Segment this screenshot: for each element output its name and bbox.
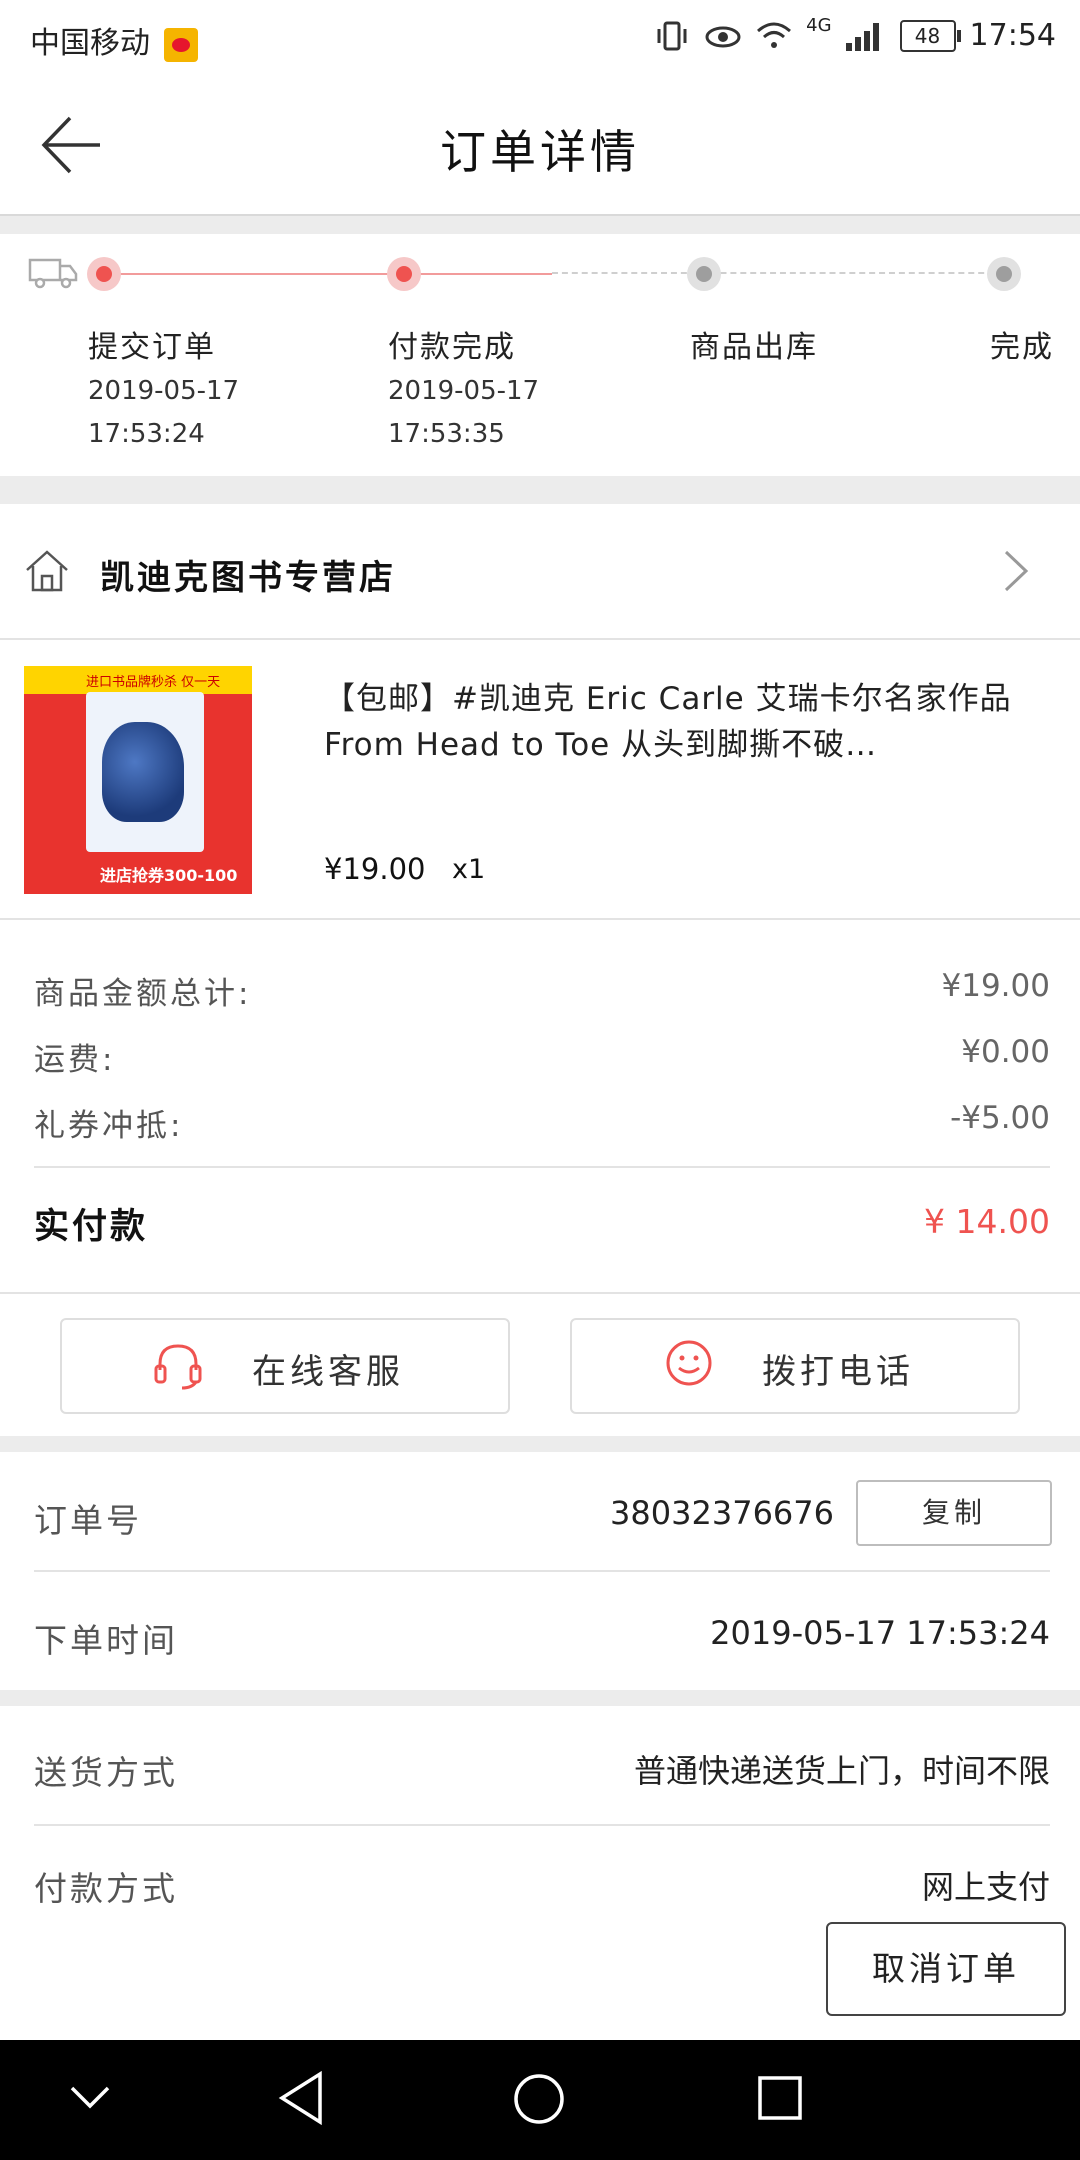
order-number-label: 订单号	[34, 1501, 142, 1540]
step-label: 完成	[990, 330, 1054, 365]
smiley-icon	[666, 1340, 712, 1386]
truck-icon	[28, 258, 78, 289]
nav-collapse-icon[interactable]	[68, 2082, 112, 2112]
step-dot-complete	[987, 257, 1021, 291]
order-time-value: 2019-05-17 17:53:24	[710, 1614, 1050, 1652]
section-gap	[0, 1436, 1080, 1452]
coupon-label: 礼券冲抵:	[34, 1108, 184, 1144]
step-date: 2019-05-17	[388, 376, 540, 406]
nav-back-icon[interactable]	[276, 2070, 326, 2126]
battery-level: 48	[914, 23, 941, 48]
status-bar-right: 4G 48 17:54	[654, 15, 1056, 53]
nav-recents-icon[interactable]	[756, 2074, 804, 2122]
thumb-banner-text: 进口书品牌秒杀 仅一天	[86, 675, 221, 690]
shipping-value: ¥0.00	[961, 1034, 1050, 1070]
delivery-method-label: 送货方式	[34, 1753, 178, 1792]
chevron-right-icon	[1004, 550, 1029, 592]
order-time-label: 下单时间	[34, 1621, 178, 1660]
copy-order-number-button[interactable]: 复制	[856, 1480, 1052, 1546]
system-nav-bar	[0, 2040, 1080, 2160]
step-time: 17:53:35	[388, 419, 505, 449]
section-gap	[0, 216, 1080, 234]
progress-line-done	[420, 273, 552, 275]
goods-total-label: 商品金额总计:	[34, 976, 252, 1012]
store-home-icon	[26, 550, 68, 592]
order-number-value: 38032376676	[610, 1494, 834, 1532]
coupon-value: -¥5.00	[950, 1100, 1050, 1136]
shipping-label: 运费:	[34, 1042, 116, 1078]
product-item[interactable]: 进口书品牌秒杀 仅一天 进店抢券300-100 【包邮】#凯迪克 Eric Ca…	[0, 640, 1080, 920]
wifi-icon	[757, 22, 792, 48]
step-label: 提交订单	[88, 330, 216, 365]
nav-home-icon[interactable]	[512, 2072, 566, 2126]
contact-actions: 在线客服 拨打电话	[0, 1294, 1080, 1436]
divider	[34, 1824, 1050, 1826]
step-time: 17:53:24	[88, 419, 205, 449]
divider	[34, 1570, 1050, 1572]
weibo-notification-icon	[163, 27, 198, 62]
goods-total-value: ¥19.00	[941, 968, 1050, 1004]
payment-method-value: 网上支付	[921, 1868, 1050, 1906]
app-header: 订单详情	[0, 76, 1080, 216]
network-type: 4G	[806, 15, 832, 36]
paid-amount-label: 实付款	[34, 1207, 149, 1247]
carrier-name: 中国移动	[30, 26, 150, 61]
eye-comfort-icon	[705, 26, 741, 47]
online-service-label: 在线客服	[252, 1352, 404, 1392]
thumb-promo-text: 进店抢券300-100	[100, 866, 238, 885]
product-title[interactable]: 【包邮】#凯迪克 Eric Carle 艾瑞卡尔名家作品 From Head t…	[324, 676, 1044, 768]
step-label: 商品出库	[690, 330, 818, 365]
call-phone-button[interactable]: 拨打电话	[570, 1318, 1020, 1414]
status-bar-left: 中国移动	[30, 18, 198, 62]
paid-amount-value: ¥ 14.00	[924, 1202, 1050, 1241]
delivery-method-value: 普通快递送货上门，时间不限	[633, 1752, 1050, 1790]
store-name: 凯迪克图书专营店	[100, 558, 396, 598]
headset-icon	[154, 1344, 202, 1390]
step-dot-submitted	[87, 257, 121, 291]
cancel-order-button[interactable]: 取消订单	[826, 1922, 1066, 2016]
vibrate-icon	[657, 21, 687, 50]
product-quantity: x1	[452, 854, 486, 885]
online-service-button[interactable]: 在线客服	[60, 1318, 510, 1414]
page-title: 订单详情	[440, 125, 640, 179]
product-price: ¥19.00	[324, 852, 426, 886]
thumb-banner: 进口书品牌秒杀 仅一天	[24, 666, 252, 694]
store-row[interactable]: 凯迪克图书专营店	[0, 504, 1080, 640]
product-thumbnail[interactable]: 进口书品牌秒杀 仅一天 进店抢券300-100	[24, 666, 252, 894]
progress-line-done	[104, 273, 404, 275]
clock: 17:54	[969, 18, 1056, 53]
order-totals: 商品金额总计: ¥19.00 运费: ¥0.00 礼券冲抵: -¥5.00 实付…	[0, 920, 1080, 1294]
step-date: 2019-05-17	[88, 376, 240, 406]
divider	[34, 1166, 1050, 1168]
gorilla-illustration	[102, 722, 184, 822]
payment-method-label: 付款方式	[34, 1869, 178, 1908]
battery-icon: 48	[899, 19, 961, 52]
step-dot-shipped	[687, 257, 721, 291]
call-phone-label: 拨打电话	[762, 1352, 914, 1392]
step-dot-paid	[387, 257, 421, 291]
section-gap	[0, 1690, 1080, 1706]
signal-icon	[845, 21, 886, 51]
section-gap	[0, 476, 1080, 504]
progress-line-pending	[552, 272, 1004, 274]
step-label: 付款完成	[388, 330, 516, 365]
status-bar: 中国移动 4G 48 17:54	[0, 0, 1080, 76]
